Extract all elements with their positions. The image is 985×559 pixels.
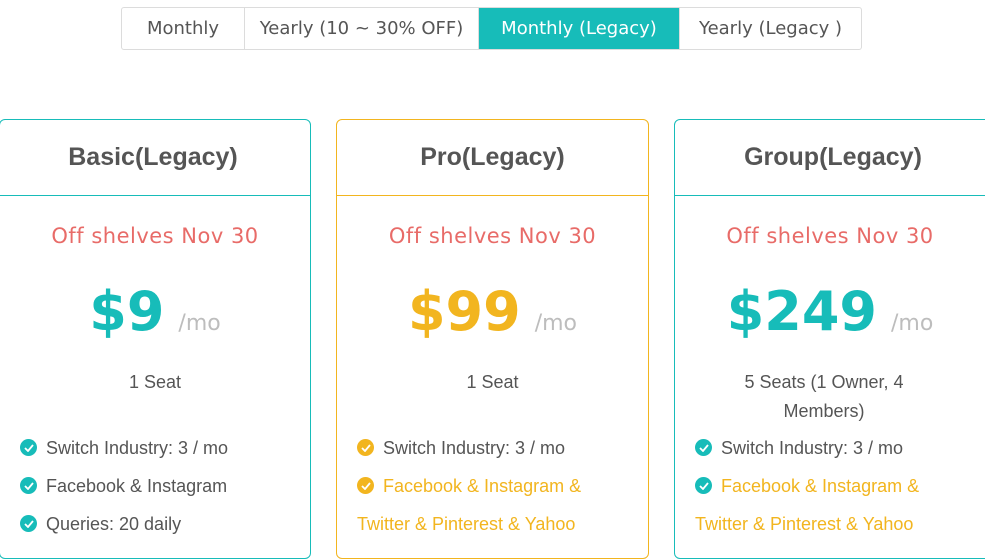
check-icon [357, 477, 374, 494]
feature-item: Switch Industry: 3 / mo [695, 429, 981, 467]
plan-title: Group(Legacy) [675, 120, 985, 196]
billing-period-tabs: Monthly Yearly (10 ~ 30% OFF) Monthly (L… [121, 7, 862, 50]
plan-seats: 5 Seats (1 Owner, 4 Members) [744, 372, 904, 421]
plan-title: Pro(Legacy) [337, 120, 648, 196]
check-icon [20, 515, 37, 532]
price-amount: $249 [726, 280, 877, 343]
price-period: /mo [890, 311, 934, 336]
plan-price: $249/mo [675, 280, 985, 343]
price-amount: $99 [407, 280, 521, 343]
check-icon [695, 439, 712, 456]
offshelf-notice: Off shelves Nov 30 [388, 224, 597, 248]
feature-list: Switch Industry: 3 / mo Facebook & Insta… [695, 429, 981, 543]
plan-price: $99/mo [337, 280, 648, 343]
offshelf-notice: Off shelves Nov 30 [726, 224, 934, 248]
plan-name: Basic(Legacy) [68, 143, 238, 171]
feature-text: Twitter & Pinterest & Yahoo [695, 514, 914, 534]
feature-item: Switch Industry: 3 / mo [357, 429, 638, 467]
plan-name: Pro(Legacy) [420, 143, 565, 171]
tab-monthly[interactable]: Monthly [122, 8, 245, 49]
price-period: /mo [534, 311, 578, 336]
price-amount: $9 [89, 280, 165, 343]
feature-list: Switch Industry: 3 / mo Facebook & Insta… [357, 429, 638, 543]
tab-yearly[interactable]: Yearly (10 ~ 30% OFF) [245, 8, 479, 49]
feature-item: Facebook & Instagram & [357, 467, 638, 505]
plan-card-basic: Basic(Legacy) Off shelves Nov 30 $9/mo 1… [0, 119, 311, 559]
tab-monthly-legacy[interactable]: Monthly (Legacy) [479, 8, 680, 49]
tab-yearly-legacy[interactable]: Yearly (Legacy ) [680, 8, 861, 49]
plan-seats: 1 Seat [466, 372, 519, 392]
feature-text: Facebook & Instagram [46, 476, 228, 496]
plan-card-pro: Pro(Legacy) Off shelves Nov 30 $99/mo 1 … [336, 119, 649, 559]
offshelf-notice: Off shelves Nov 30 [51, 224, 259, 248]
feature-text: Facebook & Instagram & [383, 476, 582, 496]
price-period: /mo [178, 311, 221, 336]
feature-text: Twitter & Pinterest & Yahoo [357, 514, 576, 534]
check-icon [20, 439, 37, 456]
feature-item: Queries: 20 daily [20, 505, 300, 543]
check-icon [357, 439, 374, 456]
feature-text: Switch Industry: 3 / mo [721, 438, 904, 458]
feature-item: Twitter & Pinterest & Yahoo [357, 505, 638, 543]
feature-text: Switch Industry: 3 / mo [383, 438, 566, 458]
plan-name: Group(Legacy) [744, 143, 922, 171]
feature-item: Switch Industry: 3 / mo [20, 429, 300, 467]
feature-text: Facebook & Instagram & [721, 476, 920, 496]
feature-text: Queries: 20 daily [46, 514, 182, 534]
plan-title: Basic(Legacy) [0, 120, 310, 196]
check-icon [20, 477, 37, 494]
feature-text: Switch Industry: 3 / mo [46, 438, 229, 458]
plan-card-group: Group(Legacy) Off shelves Nov 30 $249/mo… [674, 119, 985, 559]
plan-price: $9/mo [0, 280, 310, 343]
feature-item: Twitter & Pinterest & Yahoo [695, 505, 981, 543]
plan-seats: 1 Seat [128, 372, 182, 392]
feature-item: Facebook & Instagram & [695, 467, 981, 505]
feature-list: Switch Industry: 3 / mo Facebook & Insta… [20, 429, 300, 543]
feature-item: Facebook & Instagram [20, 467, 300, 505]
check-icon [695, 477, 712, 494]
